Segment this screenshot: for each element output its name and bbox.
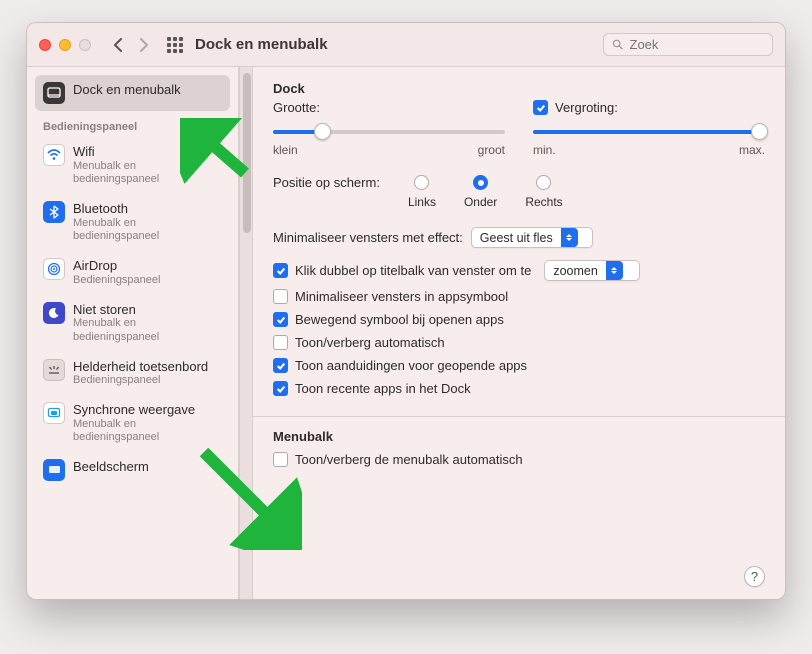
sidebar-item-label: Beeldscherm (73, 459, 149, 475)
radio-label: Onder (464, 195, 497, 209)
sidebar-item-display[interactable]: Beeldscherm (35, 452, 230, 481)
moon-icon (43, 302, 65, 324)
sidebar-item-bluetooth[interactable]: Bluetooth Menubalk en bedieningspaneel (35, 194, 230, 251)
sidebar-item-label: AirDrop (73, 258, 160, 274)
position-radio-left[interactable]: Links (408, 175, 436, 209)
animate-opening-checkbox[interactable] (273, 312, 288, 327)
checkbox-label: Bewegend symbool bij openen apps (295, 312, 504, 327)
sidebar-item-dock-menubar[interactable]: Dock en menubalk (35, 75, 230, 111)
sidebar-item-sublabel: Menubalk en bedieningspaneel (73, 418, 222, 446)
position-radio-group: Links Onder Rechts (408, 175, 563, 209)
preferences-window: Dock en menubalk Dock en menubalk Bedien… (26, 22, 786, 600)
autohide-menubar-checkbox[interactable] (273, 452, 288, 467)
search-field[interactable] (603, 33, 773, 56)
magnification-checkbox[interactable] (533, 100, 548, 115)
sidebar-item-sublabel: Menubalk en bedieningspaneel (73, 317, 222, 345)
sidebar-item-sublabel: Bedieningspaneel (73, 374, 208, 388)
show-indicators-checkbox[interactable] (273, 358, 288, 373)
dock-section-title: Dock (273, 81, 765, 96)
airdrop-icon (43, 258, 65, 280)
magnification-slider[interactable] (533, 121, 765, 141)
chevron-up-down-icon (606, 261, 623, 280)
show-recents-checkbox[interactable] (273, 381, 288, 396)
checkbox-label: Toon/verberg automatisch (295, 335, 445, 350)
menubar-section-title: Menubalk (273, 429, 765, 444)
checkbox-label: Toon/verberg de menubalk automatisch (295, 452, 523, 467)
sidebar-item-label: Niet storen (73, 302, 222, 318)
magnification-label: Vergroting: (555, 100, 618, 115)
search-icon (612, 38, 624, 51)
scrollbar-thumb[interactable] (243, 73, 251, 233)
size-min-label: klein (273, 143, 298, 157)
position-radio-bottom[interactable]: Onder (464, 175, 497, 209)
checkbox-label: Toon aanduidingen voor geopende apps (295, 358, 527, 373)
titlebar: Dock en menubalk (27, 23, 785, 67)
sidebar-item-screen-mirroring[interactable]: Synchrone weergave Menubalk en bediening… (35, 395, 230, 452)
chevron-up-down-icon (561, 228, 578, 247)
sidebar-item-do-not-disturb[interactable]: Niet storen Menubalk en bedieningspaneel (35, 295, 230, 352)
sidebar-item-keyboard-brightness[interactable]: Helderheid toetsenbord Bedieningspaneel (35, 352, 230, 395)
radio-label: Links (408, 195, 436, 209)
wifi-icon (43, 144, 65, 166)
keyboard-brightness-icon (43, 359, 65, 381)
screen-mirroring-icon (43, 402, 65, 424)
minimize-effect-label: Minimaliseer vensters met effect: (273, 230, 463, 245)
show-all-icon[interactable] (165, 35, 185, 55)
dock-menubar-icon (43, 82, 65, 104)
search-input[interactable] (630, 37, 765, 52)
position-radio-right[interactable]: Rechts (525, 175, 562, 209)
window-body: Dock en menubalk Bedieningspaneel Wifi M… (27, 67, 785, 599)
minimize-window-button[interactable] (59, 39, 71, 51)
sidebar-item-label: Helderheid toetsenbord (73, 359, 208, 375)
window-title: Dock en menubalk (195, 36, 328, 53)
minimize-into-icon-checkbox[interactable] (273, 289, 288, 304)
sidebar-item-airdrop[interactable]: AirDrop Bedieningspaneel (35, 251, 230, 294)
bluetooth-icon (43, 201, 65, 223)
select-value: Geest uit fles (480, 231, 553, 245)
magnification-max-label: max. (739, 143, 765, 157)
main-panel: Dock Grootte: klein groot (253, 67, 785, 599)
magnification-min-label: min. (533, 143, 556, 157)
back-button[interactable] (107, 34, 129, 56)
sidebar: Dock en menubalk Bedieningspaneel Wifi M… (27, 67, 239, 599)
radio-label: Rechts (525, 195, 562, 209)
section-divider (253, 416, 785, 417)
minimize-effect-select[interactable]: Geest uit fles (471, 227, 593, 248)
sidebar-item-label: Wifi (73, 144, 222, 160)
size-slider[interactable] (273, 121, 505, 141)
sidebar-item-label: Dock en menubalk (73, 82, 181, 98)
position-label: Positie op scherm: (273, 175, 380, 190)
sidebar-item-label: Bluetooth (73, 201, 222, 217)
sidebar-scrollbar[interactable] (239, 67, 253, 599)
sidebar-group-header: Bedieningspaneel (35, 111, 230, 137)
sidebar-item-wifi[interactable]: Wifi Menubalk en bedieningspaneel (35, 137, 230, 194)
doubleclick-label: Klik dubbel op titelbalk van venster om … (295, 263, 531, 278)
zoom-window-button[interactable] (79, 39, 91, 51)
doubleclick-action-select[interactable]: zoomen (544, 260, 640, 281)
window-controls (39, 39, 91, 51)
close-window-button[interactable] (39, 39, 51, 51)
checkbox-label: Toon recente apps in het Dock (295, 381, 471, 396)
checkbox-label: Minimaliseer vensters in appsymbool (295, 289, 508, 304)
help-button[interactable]: ? (744, 566, 765, 587)
sidebar-item-sublabel: Bedieningspaneel (73, 274, 160, 288)
autohide-dock-checkbox[interactable] (273, 335, 288, 350)
sidebar-item-label: Synchrone weergave (73, 402, 222, 418)
sidebar-item-sublabel: Menubalk en bedieningspaneel (73, 217, 222, 245)
forward-button[interactable] (133, 34, 155, 56)
size-max-label: groot (478, 143, 505, 157)
size-label: Grootte: (273, 100, 505, 115)
display-icon (43, 459, 65, 481)
select-value: zoomen (553, 264, 597, 278)
doubleclick-checkbox[interactable] (273, 263, 288, 278)
sidebar-item-sublabel: Menubalk en bedieningspaneel (73, 160, 222, 188)
